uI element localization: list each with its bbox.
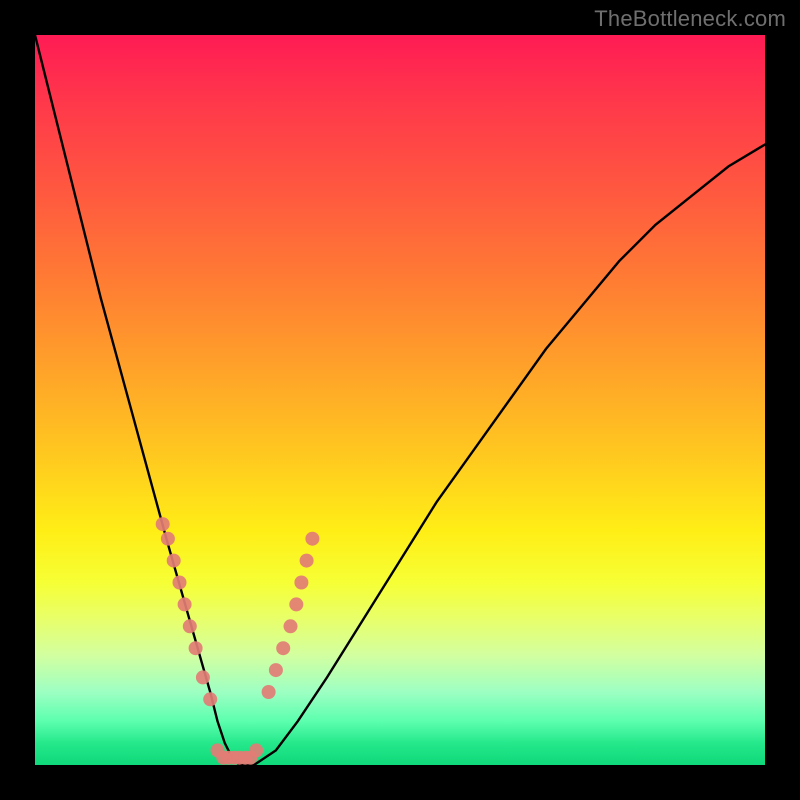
data-point — [167, 554, 181, 568]
data-point — [289, 597, 303, 611]
data-point — [294, 576, 308, 590]
data-point — [161, 532, 175, 546]
data-point — [183, 619, 197, 633]
data-point — [276, 641, 290, 655]
data-point — [300, 554, 314, 568]
data-point — [269, 663, 283, 677]
plot-area — [35, 35, 765, 765]
watermark-text: TheBottleneck.com — [594, 6, 786, 32]
data-point — [249, 743, 263, 757]
data-point — [305, 532, 319, 546]
bottleneck-curve — [35, 35, 765, 765]
data-point — [262, 685, 276, 699]
data-point — [178, 597, 192, 611]
data-points-group — [156, 517, 320, 765]
data-point — [156, 517, 170, 531]
data-point — [189, 641, 203, 655]
chart-svg — [35, 35, 765, 765]
data-point — [196, 670, 210, 684]
data-point — [203, 692, 217, 706]
data-point — [284, 619, 298, 633]
chart-frame: TheBottleneck.com — [0, 0, 800, 800]
data-point — [173, 576, 187, 590]
